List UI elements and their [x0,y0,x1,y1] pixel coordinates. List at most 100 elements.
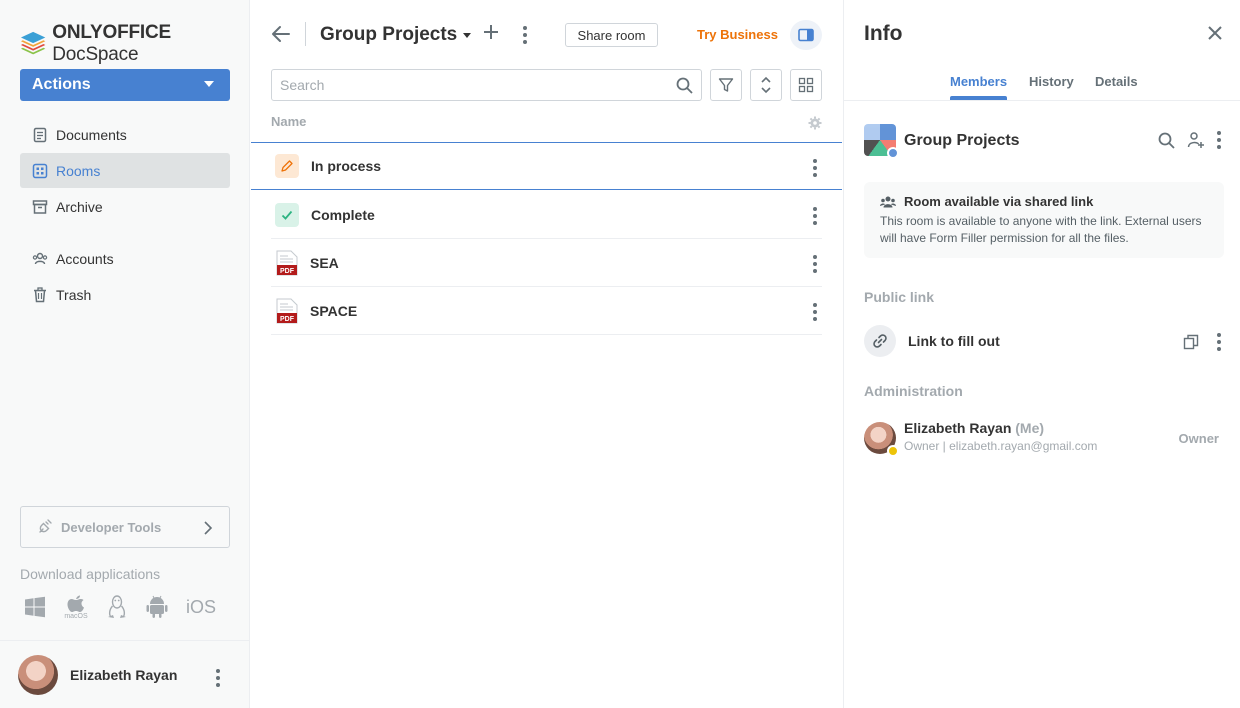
plus-icon[interactable] [483,24,499,40]
try-business-link[interactable]: Try Business [697,27,778,42]
list-item[interactable]: PDF SEA [251,239,842,287]
android-icon[interactable] [146,595,168,619]
header-bar: Group Projects Share room Try Business [271,20,822,50]
sidebar-item-label: Documents [56,126,127,143]
row-menu-icon[interactable] [813,207,817,225]
room-name: Group Projects [904,132,1020,149]
caret-down-icon [204,81,214,87]
list-item-label: In process [311,158,382,174]
windows-icon[interactable] [24,596,46,618]
profile-bar[interactable]: Elizabeth Rayan [0,640,250,708]
shared-link-notice: Room available via shared link This room… [864,182,1224,258]
profile-name: Elizabeth Rayan [70,666,178,683]
info-panel-toggle[interactable] [790,20,822,50]
developer-tools-label: Developer Tools [61,519,162,535]
notice-title: Room available via shared link [880,194,1208,209]
search-row [271,69,822,101]
copy-icon[interactable] [1183,334,1199,350]
tab-details[interactable]: Details [1095,74,1138,89]
view-toggle-button[interactable] [790,69,822,101]
info-panel-title: Info [864,22,903,45]
list-item-label: SPACE [310,302,358,319]
sidebar-item-archive[interactable]: Archive [20,189,230,224]
member-details: Owner | elizabeth.rayan@gmail.com [904,439,1098,453]
add-user-icon[interactable] [1187,131,1205,149]
member-name-text: Elizabeth Rayan [904,420,1012,436]
row-menu-icon[interactable] [813,159,817,177]
rooms-icon [32,163,48,178]
column-name-header[interactable]: Name [271,114,306,129]
tab-history[interactable]: History [1029,74,1074,89]
list-header: Name [271,114,822,142]
public-link-label: Public link [864,289,935,305]
actions-label: Actions [32,76,91,93]
avatar [864,422,899,457]
list-item-label: Complete [311,206,375,223]
search-icon[interactable] [1158,132,1175,149]
member-name: Elizabeth Rayan (Me) [904,420,1044,436]
close-icon[interactable] [1208,26,1222,40]
room-logo [864,124,899,159]
member-role: Owner [1178,431,1219,446]
grid-view-icon [798,77,814,93]
chevron-right-icon [204,521,213,535]
avatar[interactable] [18,654,58,695]
public-room-badge-icon [887,147,899,159]
room-menu-icon[interactable] [523,26,527,44]
info-panel: Info Members History Details Group Proje… [843,0,1240,708]
accounts-icon [32,252,48,264]
sidebar-item-label: Rooms [56,162,101,179]
list-item[interactable]: Complete [251,191,842,239]
ios-icon[interactable]: iOS [186,597,216,618]
list-item[interactable]: PDF SPACE [251,287,842,335]
caret-down-icon [463,32,472,38]
room-info-menu-icon[interactable] [1217,131,1221,149]
download-applications-label: Download applications [20,566,161,582]
panel-icon [798,28,814,42]
owner-badge-icon [887,445,899,457]
logo-icon [20,31,46,55]
app-download-icons: macOS iOS [24,594,216,620]
app-logo[interactable]: ONLYOFFICE DocSpace [20,22,249,66]
notice-title-text: Room available via shared link [904,194,1094,209]
document-icon [33,127,47,142]
room-title: Group Projects [320,24,458,45]
developer-tools-button[interactable]: Developer Tools [20,506,230,548]
gear-icon[interactable] [808,116,822,130]
search-input[interactable] [272,70,652,100]
administration-label: Administration [864,383,963,399]
share-room-button[interactable]: Share room [565,23,658,47]
sidebar-item-rooms[interactable]: Rooms [20,153,230,188]
sidebar-item-trash[interactable]: Trash [20,277,230,312]
link-name[interactable]: Link to fill out [908,333,1000,349]
search-box [271,69,702,101]
plug-icon [39,519,52,533]
sidebar-item-documents[interactable]: Documents [20,117,230,152]
sidebar-item-label: Accounts [56,250,114,267]
linux-icon[interactable] [106,594,128,620]
actions-button[interactable]: Actions [20,69,230,101]
sidebar-item-label: Trash [56,286,92,303]
link-actions [1183,333,1221,351]
list-item[interactable]: In process [251,142,842,190]
complete-folder-icon [275,202,299,227]
row-menu-icon[interactable] [813,303,817,321]
people-icon [880,196,896,207]
sort-button[interactable] [750,69,782,101]
row-menu-icon[interactable] [813,255,817,273]
info-tabs: Members History Details [844,70,1240,101]
filter-button[interactable] [710,69,742,101]
member-me-label: (Me) [1015,420,1045,436]
room-title-dropdown[interactable]: Group Projects [320,24,472,46]
macos-icon[interactable]: macOS [64,595,88,620]
sidebar-item-accounts[interactable]: Accounts [20,241,230,276]
search-icon[interactable] [676,77,693,94]
sort-icon [761,76,771,94]
tab-members[interactable]: Members [950,74,1008,100]
link-menu-icon[interactable] [1217,333,1221,351]
back-arrow-icon[interactable] [271,24,291,44]
member-row[interactable]: Elizabeth Rayan (Me) Owner | elizabeth.r… [864,420,1221,457]
logo-text: ONLYOFFICE DocSpace [52,22,171,65]
filter-icon [718,78,734,92]
profile-menu-icon[interactable] [216,669,220,687]
